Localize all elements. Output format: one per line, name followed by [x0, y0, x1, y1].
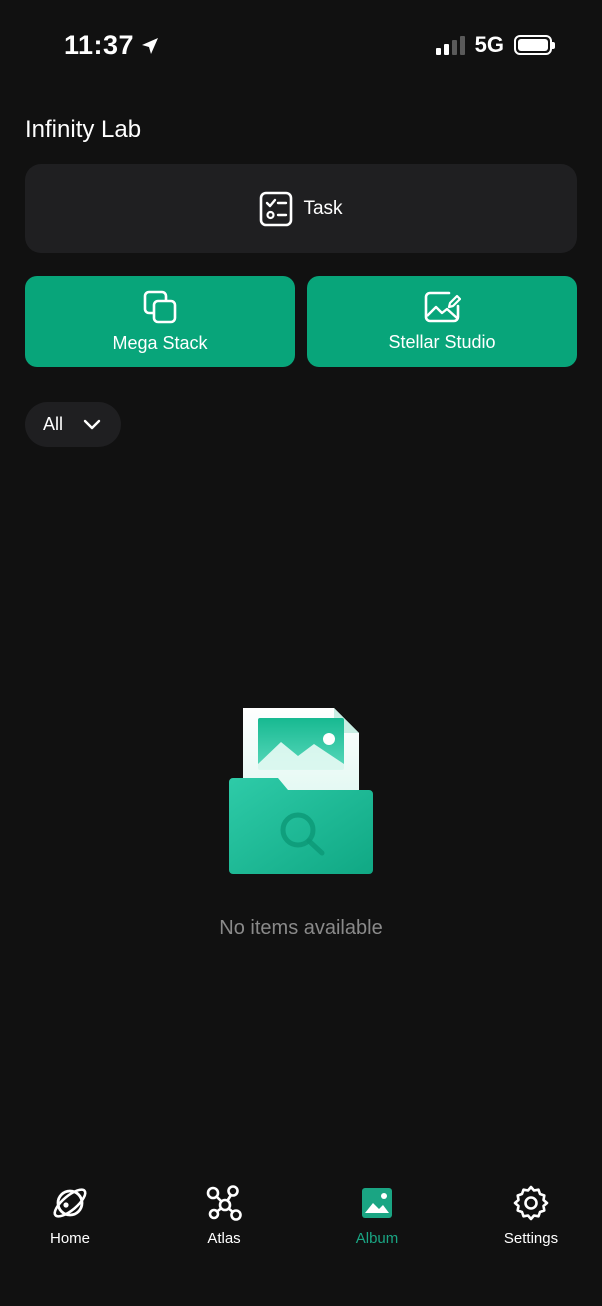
network-icon: [206, 1185, 242, 1221]
tab-bar: Home Atlas Album Settings: [0, 1170, 602, 1306]
filter-dropdown[interactable]: All: [25, 402, 121, 447]
gear-icon: [513, 1185, 549, 1221]
tab-album[interactable]: Album: [322, 1184, 432, 1247]
chevron-down-icon: [83, 419, 101, 429]
empty-state-message: No items available: [219, 917, 383, 939]
status-bar: 11:37 5G: [0, 0, 602, 92]
stellar-studio-label: Stellar Studio: [388, 332, 496, 352]
tab-settings[interactable]: Settings: [476, 1184, 586, 1247]
mega-stack-label: Mega Stack: [112, 333, 208, 353]
tab-album-label: Album: [355, 1230, 399, 1247]
status-time: 11:37: [64, 30, 160, 61]
planet-icon: [53, 1188, 87, 1218]
status-indicators: 5G: [435, 32, 555, 58]
checklist-icon: [260, 191, 293, 226]
folder-search-illustration: [229, 708, 373, 874]
stack-icon: [143, 290, 177, 324]
image-edit-icon: [424, 291, 461, 323]
tab-home[interactable]: Home: [15, 1184, 125, 1247]
screen: 11:37 5G Infinity Lab Task Mega Stack St…: [0, 0, 602, 1306]
tab-atlas[interactable]: Atlas: [169, 1184, 279, 1247]
filter-selected-value: All: [43, 414, 64, 434]
clock: 11:37: [64, 30, 135, 60]
tab-atlas-label: Atlas: [207, 1230, 241, 1247]
stellar-studio-button[interactable]: Stellar Studio: [307, 276, 577, 367]
task-label: Task: [303, 197, 343, 219]
tab-settings-label: Settings: [503, 1230, 559, 1247]
page-title: Infinity Lab: [25, 116, 142, 143]
task-button[interactable]: Task: [25, 164, 577, 253]
location-arrow-icon: [142, 37, 159, 54]
network-type: 5G: [474, 32, 504, 57]
battery-icon: [514, 35, 555, 55]
mega-stack-button[interactable]: Mega Stack: [25, 276, 295, 367]
tab-home-label: Home: [49, 1230, 90, 1247]
signal-strength-icon: [435, 35, 465, 55]
album-icon: [362, 1188, 392, 1218]
